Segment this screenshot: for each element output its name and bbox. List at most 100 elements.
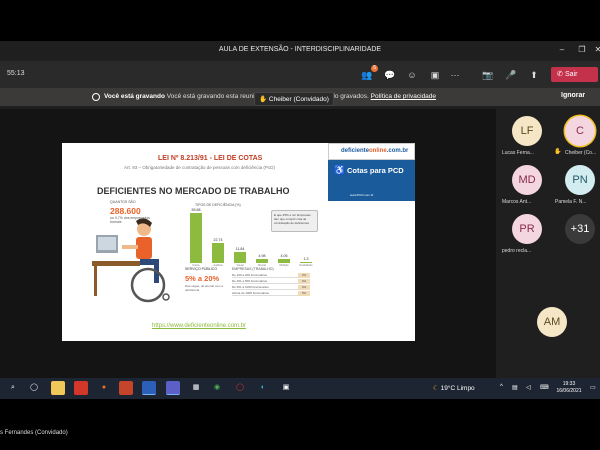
logo-footer: www.PCD.com.br bbox=[350, 193, 374, 197]
participants-panel: LF Lucas Ferna... C Cheiber (Co... ✋ MD Marcos… bbox=[496, 109, 600, 378]
avatar: LF bbox=[512, 116, 542, 146]
logo-site-tld: .com.br bbox=[386, 148, 409, 154]
chrome-icon[interactable]: ◉ bbox=[210, 381, 224, 395]
raised-hand-tooltip: ✋ Cheiber (Convidado) bbox=[254, 92, 334, 106]
chart-bar bbox=[278, 259, 290, 263]
logo-cotas: Cotas para PCD bbox=[347, 166, 404, 175]
public-service-title: SERVIÇO PÚBLICO bbox=[185, 267, 218, 271]
quantity-value: 288.600 bbox=[110, 206, 141, 216]
rooms-icon[interactable]: ▣ bbox=[428, 68, 442, 82]
call-controls: 55:13 👥 5 💬 ☺ ▣ ··· 📷 🎤 ⬆ ✆ Sair bbox=[0, 61, 600, 88]
slide-headline: DEFICIENTES NO MERCADO DE TRABALHO bbox=[97, 186, 290, 196]
companies-title: EMPRESAS (TRABALHO) bbox=[232, 267, 274, 271]
shared-slide: LEI Nº 8.213/91 - LEI DE COTAS Art. 93 –… bbox=[62, 143, 415, 341]
opera-icon[interactable]: ◯ bbox=[233, 381, 247, 395]
camera-off-icon[interactable]: 📷 bbox=[481, 68, 495, 82]
phone-icon: ✆ bbox=[557, 71, 563, 78]
company-pct: 2% bbox=[298, 273, 310, 278]
word-icon[interactable] bbox=[142, 381, 156, 395]
logo-header: deficienteonline.com.br bbox=[328, 143, 415, 160]
bar-value-label: 1,3 bbox=[303, 256, 309, 261]
bar-value-label: 4,05 bbox=[280, 254, 288, 259]
public-service-desc: Das vagas, de acordo com a deficiência bbox=[185, 284, 224, 292]
pdf-icon[interactable] bbox=[74, 381, 88, 395]
firefox-icon[interactable]: ● bbox=[97, 381, 111, 395]
self-name-label: s Fernandes (Convidado) bbox=[0, 430, 68, 436]
mic-off-icon[interactable]: 🎤 bbox=[504, 68, 518, 82]
avatar: AM bbox=[537, 307, 567, 337]
windows-taskbar: ⌕ ◯ ● ▦ ◉ ◯ ◐ ▣ ☾ 19°C Limpo ^ ▤ ◁ ⌨ 19:… bbox=[0, 378, 600, 399]
edge-icon[interactable]: ◐ bbox=[256, 381, 270, 395]
screen: AULA DE EXTENSÃO - INTERDISCIPLINARIDADE… bbox=[0, 0, 600, 450]
minimize-icon[interactable]: – bbox=[557, 45, 567, 55]
moon-icon: ☾ bbox=[433, 385, 439, 392]
more-actions-icon[interactable]: ··· bbox=[448, 68, 462, 82]
logo-site: deficienteonline.com.br bbox=[341, 148, 408, 154]
weather-text: 19°C Limpo bbox=[440, 385, 475, 392]
callout-box: E que 45% é ref. Empresas têm que cumpri… bbox=[271, 210, 318, 232]
share-icon[interactable]: ⬆ bbox=[527, 68, 541, 82]
close-icon[interactable]: ✕ bbox=[593, 45, 600, 55]
quantity-label: QUANTOS SÃO bbox=[110, 200, 136, 204]
avatar: MD bbox=[512, 165, 542, 195]
participant-name: pedro recla... bbox=[502, 248, 532, 254]
bar-value-label: 11,84 bbox=[235, 247, 245, 252]
company-pct: 5% bbox=[298, 291, 310, 296]
chart-bar bbox=[256, 258, 268, 263]
calculator-icon[interactable]: ▦ bbox=[189, 381, 203, 395]
wheelchair-icon: ♿ bbox=[334, 165, 346, 175]
law-subtitle: Art. 93 – Obrigatoriedade de contratação… bbox=[124, 165, 275, 170]
clock-date: 16/06/2021 bbox=[556, 388, 582, 394]
network-icon[interactable]: ▤ bbox=[512, 384, 518, 391]
public-service-value: 5% a 20% bbox=[185, 274, 220, 283]
bar-value-label: 22,74 bbox=[213, 237, 223, 242]
store-icon[interactable]: ▣ bbox=[279, 381, 293, 395]
quantity-desc: ou 0,7% dos empregados formais bbox=[110, 216, 150, 224]
avatar: PN bbox=[565, 165, 595, 195]
leave-button[interactable]: ✆ Sair bbox=[551, 67, 598, 82]
privacy-link[interactable]: Política de privacidade bbox=[371, 93, 436, 100]
chevron-up-icon[interactable]: ^ bbox=[500, 384, 503, 390]
companies-row: Acima de 1000 funcionários 5% bbox=[232, 291, 310, 296]
more-participants-badge: +31 bbox=[565, 214, 595, 244]
bar-value-label: 4,98 bbox=[258, 253, 266, 258]
banner-message: Você está gravando esta reuniã bbox=[166, 93, 259, 100]
window-title: AULA DE EXTENSÃO - INTERDISCIPLINARIDADE bbox=[218, 46, 382, 53]
leave-label: Sair bbox=[565, 71, 578, 78]
title-bar: AULA DE EXTENSÃO - INTERDISCIPLINARIDADE… bbox=[0, 41, 600, 61]
avatar: C bbox=[565, 116, 595, 146]
bar-category-label: Múltipla bbox=[279, 264, 289, 267]
company-size: Acima de 1000 funcionários bbox=[232, 291, 270, 295]
keyboard-icon[interactable]: ⌨ bbox=[540, 384, 549, 391]
cortana-icon[interactable]: ◯ bbox=[27, 381, 41, 395]
company-size: De 201 a 500 funcionários bbox=[232, 279, 268, 283]
ignore-button[interactable]: Ignorar bbox=[561, 92, 585, 99]
reactions-icon[interactable]: ☺ bbox=[405, 68, 419, 82]
powerpoint-icon[interactable] bbox=[119, 381, 133, 395]
participants-badge: 5 bbox=[371, 65, 378, 72]
companies-row: De 201 a 500 funcionários 3% bbox=[232, 279, 310, 284]
teams-icon[interactable] bbox=[166, 381, 180, 395]
search-icon[interactable]: ⌕ bbox=[6, 381, 20, 395]
chart-title: TIPOS DE DEFICIÊNCIA (%) bbox=[195, 203, 241, 207]
participants-icon[interactable]: 👥 5 bbox=[360, 65, 378, 82]
company-pct: 4% bbox=[298, 285, 310, 290]
recording-label: Você está gravando bbox=[104, 93, 165, 100]
companies-row: De 100 a 200 funcionários 2% bbox=[232, 273, 310, 278]
raised-hand-icon: ✋ bbox=[554, 149, 562, 155]
volume-icon[interactable]: ◁ bbox=[526, 384, 531, 391]
clock[interactable]: 19:33 16/06/2021 bbox=[552, 381, 586, 395]
avatar: PR bbox=[512, 214, 542, 244]
notifications-icon[interactable]: ▭ bbox=[590, 384, 596, 391]
logo-site-prefix: deficiente bbox=[341, 148, 370, 154]
chart-bar bbox=[300, 261, 312, 263]
call-timer: 55:13 bbox=[7, 70, 25, 77]
weather-widget[interactable]: ☾ 19°C Limpo bbox=[433, 384, 475, 392]
maximize-icon[interactable]: ❐ bbox=[577, 45, 587, 55]
chat-icon[interactable]: 💬 bbox=[383, 68, 397, 82]
file-explorer-icon[interactable] bbox=[51, 381, 65, 395]
company-pct: 3% bbox=[298, 279, 310, 284]
clock-time: 19:33 bbox=[562, 381, 576, 387]
cotas-pcd-logo: deficienteonline.com.br ♿ Cotas para PCD… bbox=[328, 143, 415, 201]
company-size: De 501 a 1000 funcionários bbox=[232, 285, 269, 289]
